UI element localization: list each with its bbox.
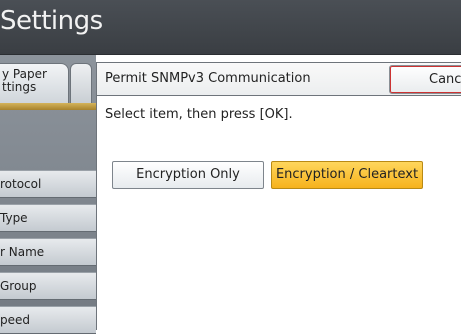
instruction-text: Select item, then press [OK]. <box>105 107 293 122</box>
screen-title: Settings <box>0 6 103 36</box>
tab-paper-settings-label: y Paper ttings <box>2 67 47 94</box>
left-item-speed-label: peed <box>0 313 30 327</box>
dialog-title: Permit SNMPv3 Communication <box>105 71 311 86</box>
dialog-header: Permit SNMPv3 Communication Cancel <box>97 63 461 96</box>
encryption-cleartext-button[interactable]: Encryption / Cleartext <box>271 161 423 189</box>
left-item-speed[interactable]: peed <box>0 306 96 334</box>
title-bar: Settings <box>0 0 461 55</box>
tab-paper-settings[interactable]: y Paper ttings <box>0 63 69 105</box>
left-item-type-label: Type <box>0 211 28 225</box>
left-item-group-label: Group <box>0 279 37 293</box>
tab-underline <box>0 103 96 110</box>
left-item-name-label: r Name <box>0 245 45 259</box>
encryption-only-button[interactable]: Encryption Only <box>112 161 264 189</box>
left-item-type[interactable]: Type <box>0 204 96 232</box>
left-item-group[interactable]: Group <box>0 272 96 300</box>
tab-next[interactable] <box>70 63 92 105</box>
cancel-button-label: Cancel <box>429 72 461 87</box>
left-item-protocol[interactable]: rotocol <box>0 170 96 198</box>
left-item-protocol-label: rotocol <box>0 177 42 191</box>
left-item-name[interactable]: r Name <box>0 238 96 266</box>
snmp-dialog: Permit SNMPv3 Communication Cancel Selec… <box>96 62 461 330</box>
cancel-button[interactable]: Cancel <box>389 65 461 94</box>
